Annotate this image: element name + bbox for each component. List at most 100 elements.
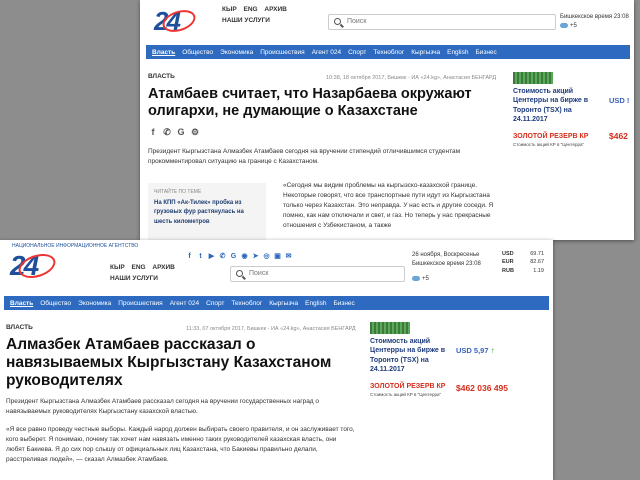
- settings-icon[interactable]: ⚙: [190, 127, 200, 138]
- rate-usd-code: USD: [502, 251, 514, 257]
- telegram-icon[interactable]: ➤: [251, 252, 260, 261]
- lang-kyr[interactable]: КЫР: [222, 6, 237, 13]
- facebook-icon[interactable]: f: [185, 252, 194, 261]
- banner-usd: USD 5,97 ↑: [456, 346, 495, 355]
- related-label: ЧИТАЙТЕ ПО ТЕМЕ: [154, 189, 202, 195]
- article-quote: «Сегодня мы видим проблемы на кыргызско-…: [283, 182, 494, 230]
- facebook-icon[interactable]: f: [148, 127, 158, 138]
- vk-icon[interactable]: ✆: [162, 127, 172, 138]
- nav-tekhnoblog[interactable]: Техноблог: [373, 49, 404, 56]
- article-meta: 11:33, 07 октября 2017, Бишкек - ИА «24.…: [186, 326, 356, 332]
- search-placeholder: Поиск: [249, 270, 269, 277]
- article-title: Атамбаев считает, что Назарбаева окружаю…: [148, 86, 472, 119]
- services-link[interactable]: НАШИ УСЛУГИ: [110, 275, 158, 282]
- share-bar: f ✆ G ⚙: [148, 127, 200, 138]
- nav-english[interactable]: English: [305, 300, 326, 307]
- front-screenshot: НАЦИОНАЛЬНОЕ ИНФОРМАЦИОННОЕ АГЕНТСТВО 24…: [0, 240, 553, 480]
- article-quote: «Я все равно проведу честные выборы. Каж…: [6, 426, 355, 464]
- cloud-icon: [560, 23, 568, 28]
- article-lead: Президент Кыргызстана Алмазбек Атамбаев …: [148, 148, 461, 166]
- nav-obshchestvo[interactable]: Общество: [182, 49, 213, 56]
- cloud-icon: [412, 276, 420, 281]
- nav-sport[interactable]: Спорт: [348, 49, 366, 56]
- search-icon: [236, 270, 243, 277]
- lang-kyr[interactable]: КЫР: [110, 264, 125, 271]
- lang-eng[interactable]: ENG: [131, 264, 145, 271]
- nav-vlast[interactable]: Власть: [10, 300, 33, 307]
- language-switcher: КЫР ENG АРХИВ: [222, 6, 292, 13]
- gold-reserve-sub: Стоимость акций КР в "Центерра": [513, 141, 585, 147]
- nav-tekhnoblog[interactable]: Техноблог: [231, 300, 262, 307]
- weather: +5: [560, 23, 577, 29]
- gplus-icon[interactable]: G: [229, 252, 238, 261]
- nav-obshchestvo[interactable]: Общество: [40, 300, 71, 307]
- search-icon: [334, 18, 341, 25]
- article-meta: 10:38, 18 октября 2017, Бишкек - ИА «24.…: [326, 75, 497, 81]
- rate-eur-code: EUR: [502, 259, 514, 266]
- social-links: f t ▶ ✆ G ◉ ➤ ◎ ▣ ✉: [185, 252, 293, 261]
- arrow-up-icon: ↑: [490, 346, 495, 355]
- logo-subtitle: НАЦИОНАЛЬНОЕ ИНФОРМАЦИОННОЕ АГЕНТСТВО: [12, 243, 139, 249]
- rubric-label[interactable]: ВЛАСТЬ: [6, 324, 33, 331]
- back-screenshot: 24 КЫР ENG АРХИВ НАШИ УСЛУГИ Поиск Бишке…: [140, 0, 634, 240]
- vk-icon[interactable]: ✆: [218, 252, 227, 261]
- rate-eur-value: 82.67: [530, 259, 544, 266]
- rubric-label[interactable]: ВЛАСТЬ: [148, 73, 175, 80]
- nav-ekonomika[interactable]: Экономика: [220, 49, 253, 56]
- nav-kyrgyzcha[interactable]: Кыргызча: [269, 300, 298, 307]
- centerra-banner[interactable]: Стоимость акций Центерры на бирже в Торо…: [513, 72, 631, 152]
- nav-agent-024[interactable]: Агент 024: [170, 300, 199, 307]
- centerra-logo: [370, 322, 410, 334]
- rate-eur: EUR 82.67: [502, 258, 544, 266]
- nav-sport[interactable]: Спорт: [206, 300, 224, 307]
- gold-reserve-value: $462 036 495: [456, 383, 508, 393]
- archive-link[interactable]: АРХИВ: [264, 6, 286, 13]
- date: 26 ноября, Воскресенье: [412, 252, 480, 258]
- nav-vlast[interactable]: Власть: [152, 49, 175, 56]
- main-nav: Власть Общество Экономика Происшествия А…: [4, 296, 549, 310]
- weather-temp: +5: [570, 23, 577, 30]
- gold-reserve-value: $462: [609, 131, 628, 141]
- twitter-icon[interactable]: t: [196, 252, 205, 261]
- centerra-logo: [513, 72, 553, 84]
- lang-eng[interactable]: ENG: [243, 6, 257, 13]
- nav-english[interactable]: English: [447, 49, 468, 56]
- rate-usd-value: 69.71: [530, 251, 544, 257]
- nav-ekonomika[interactable]: Экономика: [78, 300, 111, 307]
- rate-rub-value: 1.19: [533, 267, 544, 274]
- weather-temp: +5: [422, 276, 429, 283]
- search-input[interactable]: Поиск: [328, 14, 556, 30]
- search-placeholder: Поиск: [347, 18, 367, 25]
- site-logo[interactable]: 24: [152, 6, 199, 46]
- nav-biznes[interactable]: Бизнес: [475, 49, 496, 56]
- site-logo[interactable]: НАЦИОНАЛЬНОЕ ИНФОРМАЦИОННОЕ АГЕНТСТВО 24: [8, 243, 138, 288]
- rate-usd: USD 69.71: [502, 250, 544, 258]
- instagram-icon[interactable]: ▣: [273, 252, 282, 261]
- search-input[interactable]: Поиск: [230, 266, 405, 282]
- banner-text: Стоимость акций Центерры на бирже в Торо…: [513, 88, 589, 124]
- youtube-icon[interactable]: ▶: [207, 252, 216, 261]
- main-nav: Власть Общество Экономика Происшествия А…: [146, 45, 630, 59]
- banner-usd-value: USD 5,97: [456, 346, 489, 355]
- gplus-icon[interactable]: G: [176, 127, 186, 138]
- nav-biznes[interactable]: Бизнес: [333, 300, 354, 307]
- bishkek-time: Бишкекское время 23:08: [412, 261, 481, 267]
- nav-agent-024[interactable]: Агент 024: [312, 49, 341, 56]
- nav-kyrgyzcha[interactable]: Кыргызча: [411, 49, 440, 56]
- nav-proisshestviya[interactable]: Происшествия: [118, 300, 162, 307]
- weather: +5: [412, 276, 429, 282]
- banner-text: Стоимость акций Центерры на бирже в Торо…: [370, 338, 446, 374]
- rss-icon[interactable]: ◎: [262, 252, 271, 261]
- article-lead: Президент Кыргызстана Алмазбек Атамбаев …: [6, 398, 320, 416]
- related-block[interactable]: ЧИТАЙТЕ ПО ТЕМЕ На КПП «Ак-Тилек» пробка…: [148, 183, 266, 240]
- mail-icon[interactable]: ✉: [284, 252, 293, 261]
- archive-link[interactable]: АРХИВ: [152, 264, 174, 271]
- currency-rates: USD 69.71 EUR 82.67 RUB 1.19: [502, 250, 544, 275]
- nav-proisshestviya[interactable]: Происшествия: [260, 49, 304, 56]
- banner-usd: USD !: [609, 96, 630, 105]
- services-link[interactable]: НАШИ УСЛУГИ: [222, 17, 270, 24]
- language-switcher: КЫР ENG АРХИВ: [110, 264, 180, 271]
- ok-icon[interactable]: ◉: [240, 252, 249, 261]
- related-link[interactable]: На КПП «Ак-Тилек» пробка из грузовых фур…: [154, 199, 260, 227]
- centerra-banner[interactable]: Стоимость акций Центерры на бирже в Торо…: [370, 322, 548, 402]
